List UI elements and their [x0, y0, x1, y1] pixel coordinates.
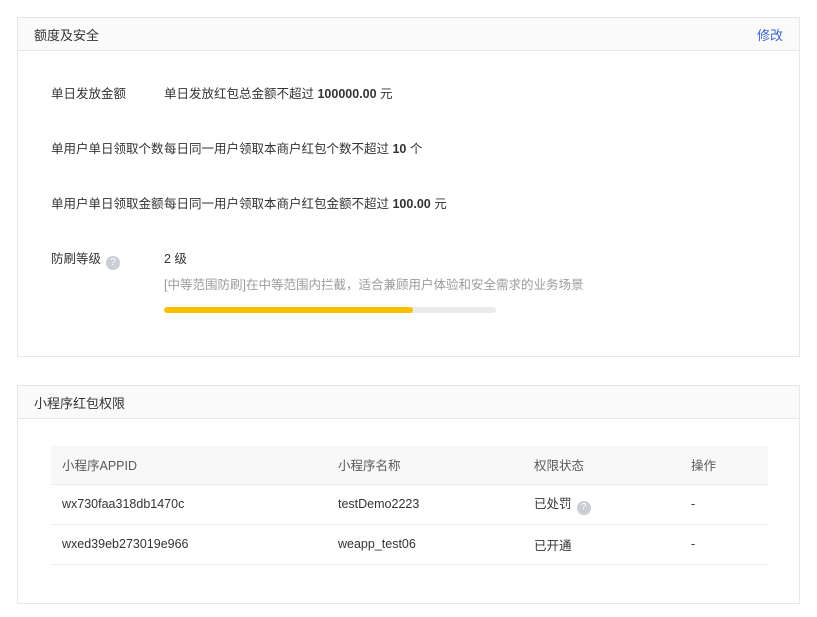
cell-name: testDemo2223 — [327, 484, 523, 524]
quota-card-title: 额度及安全 — [34, 25, 99, 44]
quota-card-body: 单日发放金额 单日发放红包总金额不超过 100000.00 元 单用户单日领取个… — [18, 51, 799, 356]
miniapp-card-header: 小程序红包权限 — [18, 386, 799, 419]
col-header-appid: 小程序APPID — [51, 446, 327, 484]
status-text: 已处罚 — [534, 497, 572, 511]
cell-appid: wxed39eb273019e966 — [51, 524, 327, 564]
cell-action: - — [680, 484, 768, 524]
value-text: 每日同一用户领取本商户红包个数不超过 — [164, 142, 392, 156]
daily-send-amount-label: 单日发放金额 — [51, 85, 164, 103]
value-unit: 元 — [431, 197, 447, 211]
miniapp-card-title: 小程序红包权限 — [34, 393, 125, 412]
edit-link[interactable]: 修改 — [757, 25, 783, 44]
status-text: 已开通 — [534, 539, 572, 553]
table-row: wxed39eb273019e966 weapp_test06 已开通 - — [51, 524, 768, 564]
permission-table: 小程序APPID 小程序名称 权限状态 操作 wx730faa318db1470… — [51, 446, 768, 565]
miniapp-permission-card: 小程序红包权限 小程序APPID 小程序名称 权限状态 操作 wx730faa3… — [17, 385, 800, 604]
value-text: 每日同一用户领取本商户红包金额不超过 — [164, 197, 392, 211]
user-daily-amount-label: 单用户单日领取金额 — [51, 195, 164, 213]
anti-fraud-label-wrap: 防刷等级? — [51, 250, 164, 313]
daily-send-amount-row: 单日发放金额 单日发放红包总金额不超过 100000.00 元 — [51, 85, 766, 103]
miniapp-card-body: 小程序APPID 小程序名称 权限状态 操作 wx730faa318db1470… — [18, 419, 799, 603]
anti-fraud-description: [中等范围防刷]在中等范围内拦截，适合兼顾用户体验和安全需求的业务场景 — [164, 277, 766, 294]
cell-action: - — [680, 524, 768, 564]
cell-status: 已开通 — [523, 524, 680, 564]
user-daily-count-value: 每日同一用户领取本商户红包个数不超过 10 个 — [164, 140, 422, 158]
anti-fraud-row: 防刷等级? 2 级 [中等范围防刷]在中等范围内拦截，适合兼顾用户体验和安全需求… — [51, 250, 766, 313]
daily-send-amount-value: 单日发放红包总金额不超过 100000.00 元 — [164, 85, 393, 103]
value-unit: 元 — [377, 87, 393, 101]
value-number: 100.00 — [392, 197, 430, 211]
value-text: 单日发放红包总金额不超过 — [164, 87, 317, 101]
cell-status: 已处罚? — [523, 484, 680, 524]
col-header-action: 操作 — [680, 446, 768, 484]
value-number: 100000.00 — [317, 87, 376, 101]
table-row: wx730faa318db1470c testDemo2223 已处罚? - — [51, 484, 768, 524]
cell-appid: wx730faa318db1470c — [51, 484, 327, 524]
cell-name: weapp_test06 — [327, 524, 523, 564]
table-header-row: 小程序APPID 小程序名称 权限状态 操作 — [51, 446, 768, 484]
value-unit: 个 — [406, 142, 422, 156]
anti-fraud-progress-fill — [164, 307, 413, 313]
quota-card-header: 额度及安全 修改 — [18, 18, 799, 51]
quota-security-card: 额度及安全 修改 单日发放金额 单日发放红包总金额不超过 100000.00 元… — [17, 17, 800, 357]
user-daily-count-row: 单用户单日领取个数 每日同一用户领取本商户红包个数不超过 10 个 — [51, 140, 766, 158]
anti-fraud-progress-track — [164, 307, 496, 313]
user-daily-count-label: 单用户单日领取个数 — [51, 140, 164, 158]
value-number: 10 — [392, 142, 406, 156]
user-daily-amount-value: 每日同一用户领取本商户红包金额不超过 100.00 元 — [164, 195, 447, 213]
anti-fraud-label: 防刷等级 — [51, 252, 101, 266]
status-help-icon[interactable]: ? — [577, 501, 591, 515]
help-icon[interactable]: ? — [106, 256, 120, 270]
anti-fraud-level: 2 级 — [164, 250, 766, 268]
col-header-name: 小程序名称 — [327, 446, 523, 484]
col-header-status: 权限状态 — [523, 446, 680, 484]
anti-fraud-value: 2 级 [中等范围防刷]在中等范围内拦截，适合兼顾用户体验和安全需求的业务场景 — [164, 250, 766, 313]
user-daily-amount-row: 单用户单日领取金额 每日同一用户领取本商户红包金额不超过 100.00 元 — [51, 195, 766, 213]
